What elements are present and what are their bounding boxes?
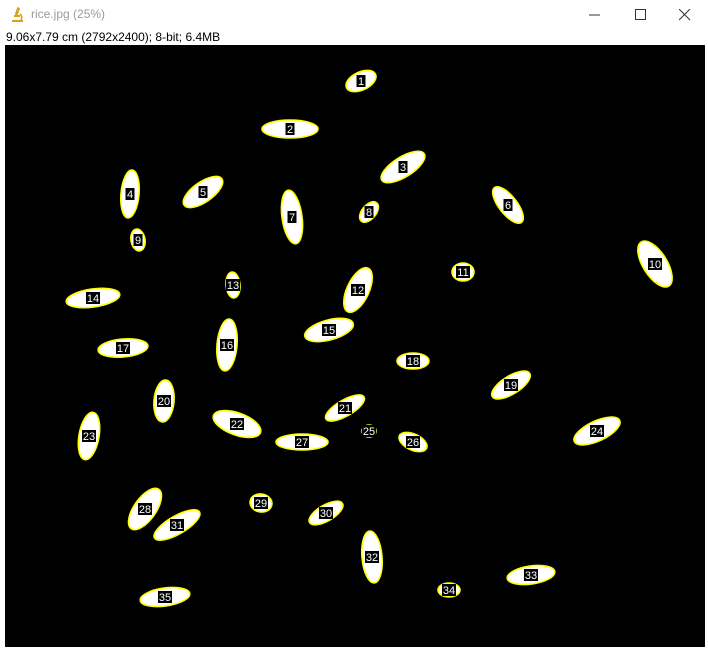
grain-label: 29: [255, 498, 267, 510]
grain-label: 25: [363, 426, 375, 438]
rice-grain-8: 8: [358, 200, 380, 224]
grain-label: 11: [457, 267, 468, 279]
rice-grain-17: 17: [97, 337, 149, 359]
grain-label: 30: [320, 508, 332, 520]
grain-label: 22: [231, 419, 243, 431]
rice-grain-6: 6: [491, 185, 525, 225]
rice-grain-10: 10: [637, 240, 673, 288]
image-info: 9.06x7.79 cm (2792x2400); 8-bit; 6.4MB: [6, 30, 221, 44]
grain-label: 14: [87, 293, 99, 305]
rice-grain-9: 9: [130, 228, 146, 252]
rice-grain-24: 24: [573, 416, 621, 446]
grain-overlay: 1234 567 891011121314151617181920212223 242…: [65, 69, 673, 608]
rice-grain-27: 27: [275, 433, 329, 451]
rice-grain-15: 15: [303, 317, 355, 343]
maximize-icon: [635, 9, 646, 20]
grain-label: 1: [358, 76, 364, 88]
grain-label: 34: [443, 585, 455, 597]
grain-label: 12: [352, 285, 364, 297]
rice-grain-22: 22: [212, 409, 262, 439]
rice-grain-12: 12: [342, 266, 374, 314]
grain-label: 13: [227, 280, 239, 292]
grain-label: 6: [505, 200, 511, 212]
grain-label: 2: [287, 124, 293, 136]
grain-label: 21: [339, 403, 351, 415]
rice-grain-2: 2: [261, 119, 319, 139]
grain-label: 27: [296, 437, 308, 449]
grain-label: 3: [400, 162, 406, 174]
grain-label: 33: [525, 570, 537, 582]
grain-label: 26: [407, 437, 419, 449]
grain-label: 20: [158, 396, 170, 408]
rice-grain-1: 1: [345, 69, 377, 93]
rice-grain-21: 21: [324, 394, 366, 422]
microscope-icon: [10, 6, 26, 24]
grain-label: 9: [135, 235, 141, 247]
close-icon: [679, 9, 691, 21]
grain-label: 16: [221, 340, 233, 352]
rice-grain-32: 32: [360, 530, 384, 584]
maximize-button[interactable]: [618, 0, 664, 30]
rice-grain-4: 4: [119, 169, 141, 219]
grain-label: 35: [159, 592, 171, 604]
rice-grain-3: 3: [380, 150, 426, 184]
rice-grain-14: 14: [65, 287, 121, 309]
rice-grain-5: 5: [182, 175, 224, 209]
title-bar[interactable]: rice.jpg (25%): [0, 0, 708, 30]
grain-label: 17: [117, 343, 129, 355]
rice-grain-25: 25: [361, 424, 377, 438]
rice-grain-7: 7: [280, 189, 304, 245]
rice-grain-26: 26: [398, 431, 428, 453]
grain-label: 18: [407, 356, 419, 368]
window-title: rice.jpg (25%): [31, 7, 106, 21]
grain-label: 8: [366, 207, 372, 219]
rice-grain-31: 31: [153, 509, 201, 541]
grain-label: 4: [127, 189, 133, 201]
rice-grain-33: 33: [506, 564, 556, 586]
rice-grain-23: 23: [77, 411, 101, 461]
grain-label: 7: [289, 212, 295, 224]
grain-label: 19: [505, 380, 517, 392]
rice-grain-29: 29: [249, 493, 273, 513]
rice-grain-20: 20: [153, 379, 175, 423]
rice-grain-30: 30: [308, 500, 344, 526]
grain-label: 32: [366, 552, 378, 564]
grain-label: 31: [171, 520, 183, 532]
grain-label: 24: [591, 426, 603, 438]
close-button[interactable]: [662, 0, 708, 30]
grain-label: 5: [200, 187, 206, 199]
minimize-icon: [589, 14, 600, 16]
rice-grain-18: 18: [396, 352, 430, 370]
rice-grain-19: 19: [490, 370, 532, 400]
grain-label: 10: [649, 259, 661, 271]
rice-grain-34: 34: [437, 582, 461, 598]
minimize-button[interactable]: [572, 0, 618, 30]
rice-grain-13: 13: [225, 271, 241, 299]
grain-label: 28: [139, 504, 151, 516]
rice-grain-11: 11: [451, 262, 475, 282]
image-canvas[interactable]: 1 2 3 4 5 6 7 8 9 10 11 12 13 14 15 16 17 18 19 20 21 22 23 24 2…: [5, 45, 705, 647]
grain-label: 23: [83, 431, 95, 443]
rice-grain-16: 16: [215, 318, 239, 372]
grain-label: 15: [323, 325, 335, 337]
rice-grain-35: 35: [139, 586, 191, 608]
